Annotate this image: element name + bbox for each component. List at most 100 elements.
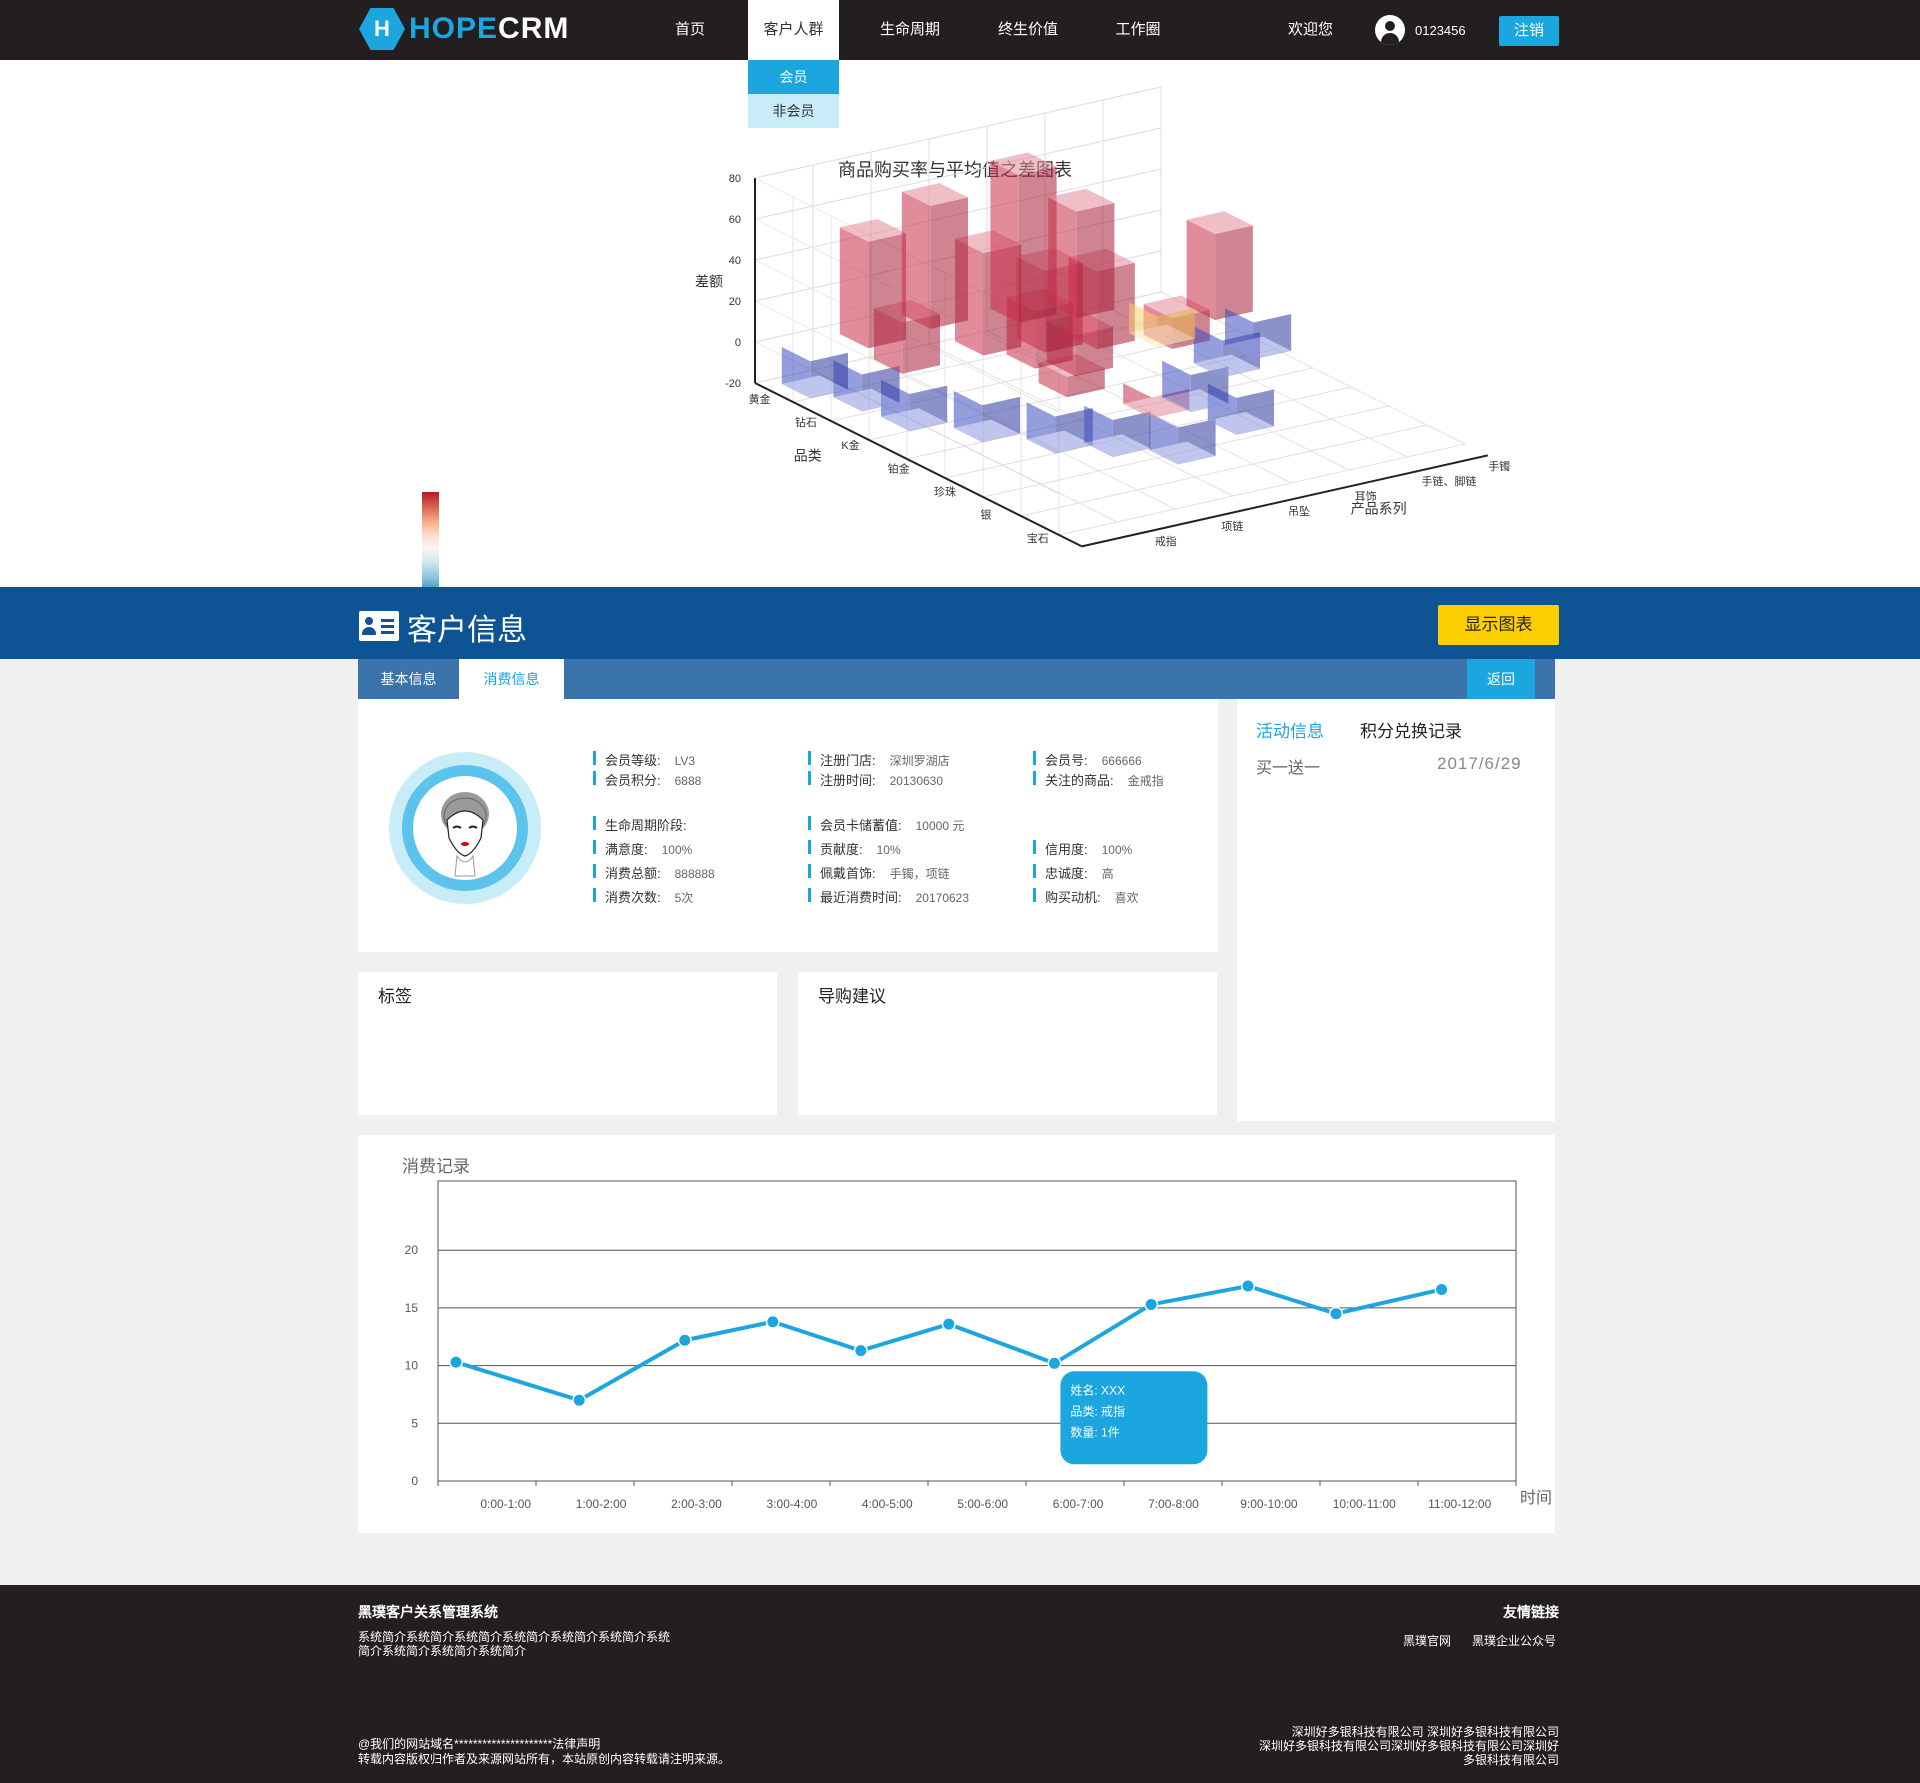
footer-link-wechat[interactable]: 黑璞企业公众号 xyxy=(1472,1632,1556,1649)
tooltip-line: 姓名: XXX xyxy=(1070,1382,1125,1397)
x-axis-label: 时间 xyxy=(1520,1489,1552,1507)
chart-bar xyxy=(1084,405,1151,457)
info-tabbar: 基本信息 消费信息 返回 xyxy=(358,659,1555,699)
x-tick-label: 5:00-6:00 xyxy=(957,1497,1008,1511)
plot-frame xyxy=(437,1180,1517,1482)
z-axis-label: 差额 xyxy=(695,274,723,290)
data-point xyxy=(1242,1280,1254,1292)
x-axis-label: 品类 xyxy=(794,447,822,463)
y-tick-label: 0 xyxy=(411,1474,418,1488)
logo-mark-icon: H xyxy=(359,8,405,50)
footer-company: 深圳好多银科技有限公司 深圳好多银科技有限公司 深圳好多银科技有限公司深圳好多银… xyxy=(1258,1725,1559,1767)
page-title: 客户信息 xyxy=(407,614,527,647)
logout-button[interactable]: 注销 xyxy=(1499,16,1559,46)
profile-field-label: 注册门店: xyxy=(820,753,876,768)
activity-item-name[interactable]: 买一送一 xyxy=(1256,754,1320,778)
nav-item-customer-groups[interactable]: 客户人群 xyxy=(748,0,839,60)
profile-field-value: 高 xyxy=(1101,867,1114,881)
y-tick-label: 手链、脚链 xyxy=(1422,474,1477,488)
data-point xyxy=(1330,1308,1342,1320)
profile-field: 消费次数: 5次 xyxy=(592,887,694,906)
tab-activity-info[interactable]: 活动信息 xyxy=(1256,717,1324,742)
y-tick-label: 吊坠 xyxy=(1288,505,1310,518)
user-icon[interactable] xyxy=(1375,15,1405,45)
nav-item-work-circle[interactable]: 工作圈 xyxy=(1106,0,1170,60)
profile-field: 佩戴首饰: 手镯，项链 xyxy=(808,863,950,882)
show-chart-button[interactable]: 显示图表 xyxy=(1438,605,1559,645)
y-tick-label: 10 xyxy=(405,1359,419,1373)
data-point xyxy=(855,1345,867,1357)
x-tick-label: 钻石 xyxy=(795,415,817,429)
profile-field-value: 6888 xyxy=(674,774,702,788)
woman-portrait-icon xyxy=(441,792,489,877)
x-tick-label: K金 xyxy=(841,438,859,452)
z-tick-label: 20 xyxy=(729,296,741,308)
back-button[interactable]: 返回 xyxy=(1467,659,1535,699)
y-axis-label: 产品系列 xyxy=(1351,501,1407,517)
nav-item-lifecycle[interactable]: 生命周期 xyxy=(870,0,950,60)
profile-field: 贡献度: 10% xyxy=(808,839,901,858)
logo[interactable]: H HOPECRM xyxy=(359,8,569,50)
y-tick-label: 项链 xyxy=(1221,519,1243,533)
profile-field-label: 会员号: xyxy=(1045,753,1088,768)
z-tick-label: -20 xyxy=(725,378,741,390)
chart-bar xyxy=(1186,211,1253,321)
x-tick-label: 黄金 xyxy=(749,392,771,406)
x-tick-label: 9:00-10:00 xyxy=(1240,1497,1298,1511)
data-point xyxy=(573,1394,585,1406)
profile-field-value: 20170623 xyxy=(915,891,970,905)
chart-bar xyxy=(990,152,1057,323)
tab-consume-info[interactable]: 消费信息 xyxy=(459,659,564,699)
data-point xyxy=(1145,1298,1157,1310)
profile-field: 会员积分: 6888 xyxy=(592,770,702,789)
data-point xyxy=(943,1318,955,1330)
profile-field: 购买动机: 喜欢 xyxy=(1033,887,1139,906)
y-tick-label: 手镯 xyxy=(1488,459,1510,473)
profile-field-value: 深圳罗湖店 xyxy=(889,754,950,768)
id-card-icon xyxy=(359,611,399,641)
nav-item-lifetime-value[interactable]: 终生价值 xyxy=(988,0,1068,60)
data-point xyxy=(767,1316,779,1328)
customer-profile-panel xyxy=(358,699,1218,952)
nav-item-home[interactable]: 首页 xyxy=(658,0,722,60)
chart-bar xyxy=(901,183,968,329)
profile-field-value: 10% xyxy=(876,843,901,857)
dropdown-item-non-member[interactable]: 非会员 xyxy=(748,94,839,128)
dropdown-item-member[interactable]: 会员 xyxy=(748,60,839,94)
profile-field: 生命周期阶段: xyxy=(593,815,701,834)
footer-link-official-site[interactable]: 黑璞官网 xyxy=(1403,1632,1451,1649)
data-point xyxy=(679,1334,691,1346)
x-tick-label: 3:00-4:00 xyxy=(767,1497,818,1511)
consumption-line-chart: 0 5 10 15 20 0:00-1:00 1:00-2:00 2:00-3:00 3:00-… xyxy=(405,1180,1552,1511)
username: 0123456 xyxy=(1415,23,1466,38)
profile-field: 注册时间: 20130630 xyxy=(807,770,943,789)
chart-bar xyxy=(839,218,906,349)
profile-field-label: 购买动机: xyxy=(1045,890,1101,905)
profile-field-value: 金戒指 xyxy=(1127,774,1164,788)
profile-field-value: 5次 xyxy=(674,891,694,905)
tags-title: 标签 xyxy=(378,987,412,1006)
x-tick-label: 银 xyxy=(980,508,991,522)
x-tick-label: 铂金 xyxy=(888,461,910,475)
profile-field-label: 会员等级: xyxy=(605,753,661,768)
x-tick-label: 2:00-3:00 xyxy=(671,1497,722,1511)
series-line xyxy=(455,1283,1443,1403)
footer-title: 黑璞客户关系管理系统 xyxy=(358,1604,498,1620)
profile-field: 忠诚度: 高 xyxy=(1033,863,1114,882)
tooltip-line: 数量: 1件 xyxy=(1070,1424,1119,1439)
profile-field: 关注的商品: 金戒指 xyxy=(1033,770,1164,789)
x-tick-label: 10:00-11:00 xyxy=(1333,1497,1396,1511)
footer: 黑璞客户关系管理系统 系统简介系统简介系统简介系统简介系统简介系统简介系统 简介… xyxy=(0,1585,1920,1783)
chart-bar xyxy=(781,347,848,399)
data-point xyxy=(1048,1357,1060,1369)
profile-field-label: 消费次数: xyxy=(605,890,661,905)
x-tick-label: 1:00-2:00 xyxy=(576,1497,627,1511)
z-tick-label: 80 xyxy=(729,173,741,185)
profile-field: 信用度: 100% xyxy=(1032,839,1132,858)
data-point xyxy=(1436,1283,1448,1295)
tab-basic-info[interactable]: 基本信息 xyxy=(358,659,459,699)
footer-links-title: 友情链接 xyxy=(1503,1604,1559,1620)
chart-bars xyxy=(781,152,1292,465)
z-tick-label: 60 xyxy=(729,214,741,226)
tab-points-exchange[interactable]: 积分兑换记录 xyxy=(1360,717,1462,742)
